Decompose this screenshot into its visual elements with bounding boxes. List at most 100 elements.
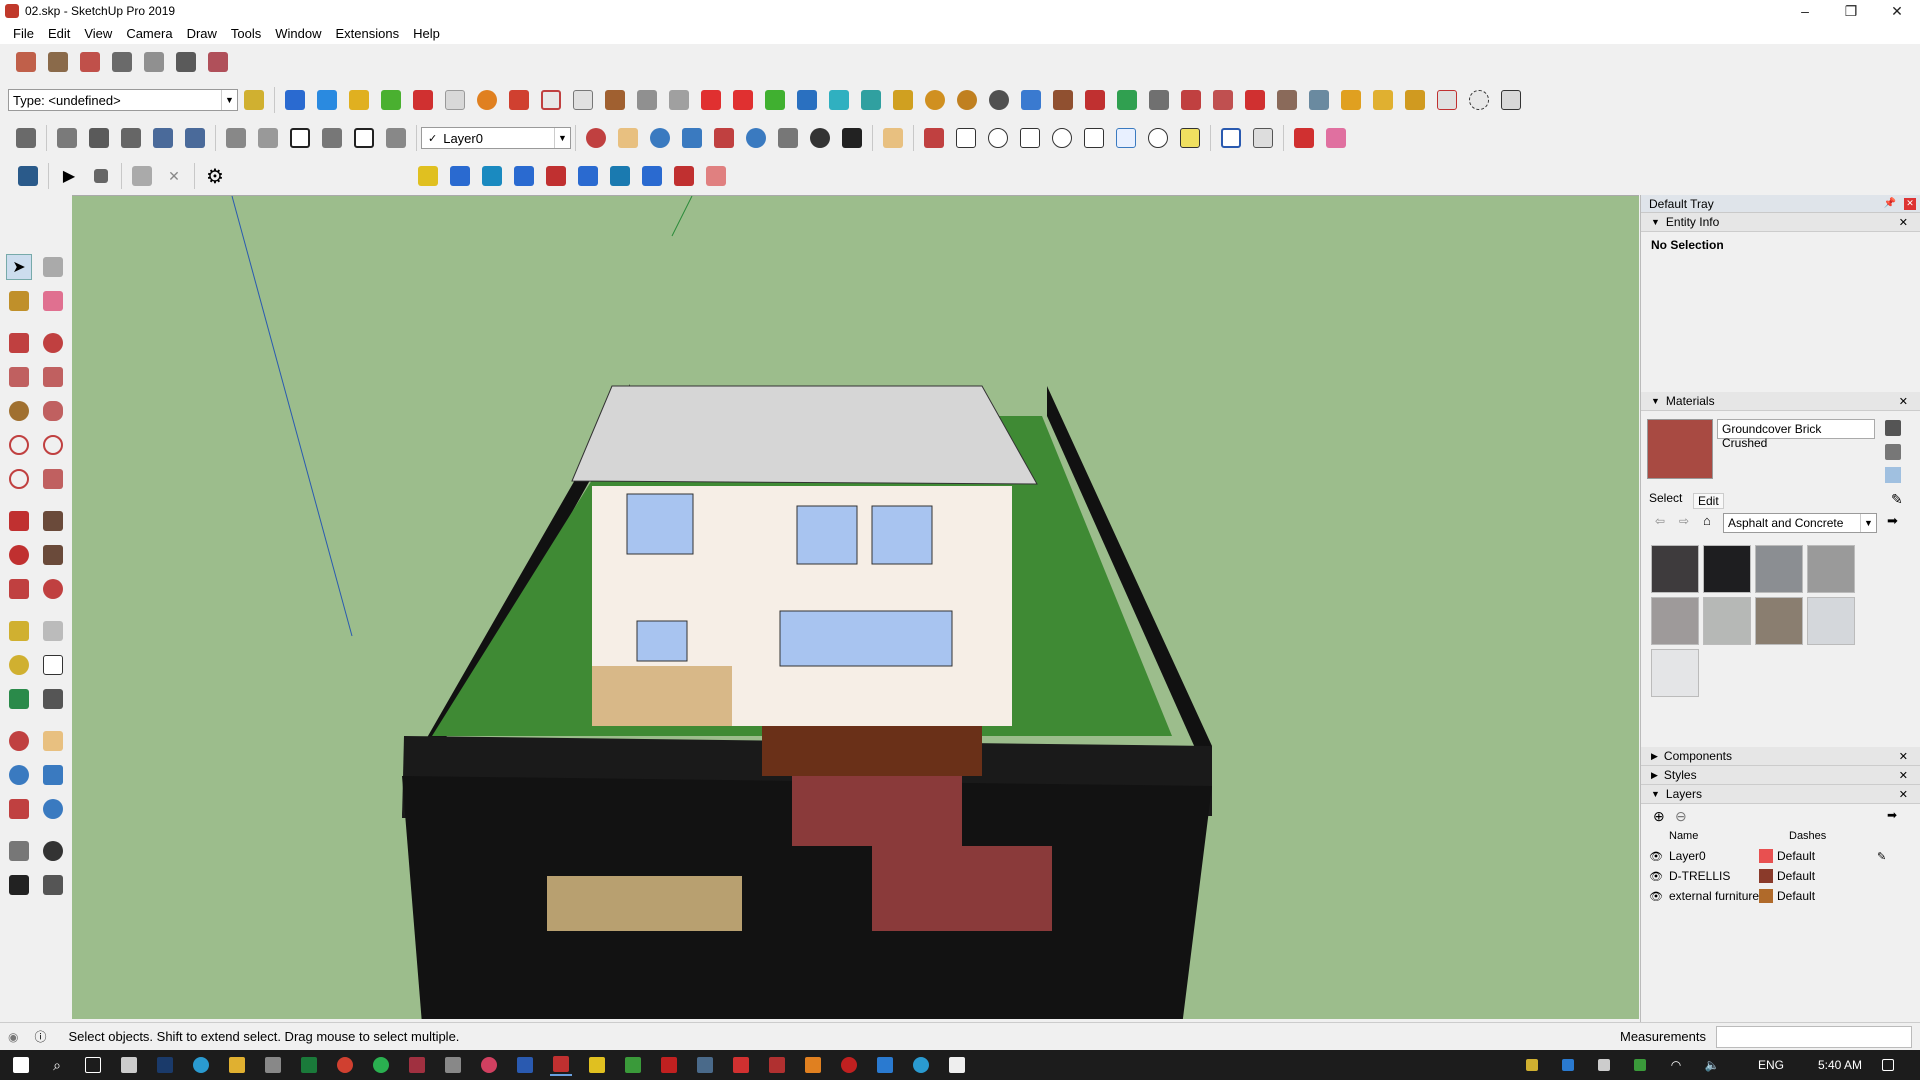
app-17[interactable]: [946, 1054, 968, 1076]
geo-location-icon[interactable]: ◉: [8, 1030, 18, 1044]
store-app[interactable]: [262, 1054, 284, 1076]
pin-icon[interactable]: 📌: [1884, 198, 1896, 209]
measurements-field[interactable]: [1716, 1026, 1912, 1048]
layer-row[interactable]: 👁 external furniture Default: [1641, 886, 1911, 906]
section-plane-tool[interactable]: [40, 872, 66, 898]
circle-tool[interactable]: [6, 398, 32, 424]
volume-icon[interactable]: 🔈: [1701, 1054, 1723, 1076]
position-camera-tool[interactable]: [6, 838, 32, 864]
default-material-icon[interactable]: [1885, 467, 1901, 483]
zoom-extents-tool[interactable]: [6, 796, 32, 822]
line-tool-button[interactable]: [920, 124, 948, 152]
app-12[interactable]: [766, 1054, 788, 1076]
entity-info-header[interactable]: ▼ Entity Info ✕: [1641, 213, 1920, 232]
app-5[interactable]: [478, 1054, 500, 1076]
intersect-button[interactable]: [85, 124, 113, 152]
sketchup-app[interactable]: [550, 1054, 572, 1076]
menu-help[interactable]: Help: [406, 26, 447, 41]
eraser-extra-button[interactable]: [1322, 124, 1350, 152]
app-16[interactable]: [910, 1054, 932, 1076]
red-cross-button[interactable]: [729, 86, 757, 114]
export-button[interactable]: [128, 162, 156, 190]
ext-tool-1[interactable]: [414, 162, 442, 190]
app-10[interactable]: [694, 1054, 716, 1076]
menu-view[interactable]: View: [77, 26, 119, 41]
zoom-tool[interactable]: [6, 762, 32, 788]
position-camera-button[interactable]: [774, 124, 802, 152]
previous-view-button[interactable]: [742, 124, 770, 152]
green-cross-button[interactable]: [761, 86, 789, 114]
menu-camera[interactable]: Camera: [119, 26, 179, 41]
subtract-button[interactable]: [149, 124, 177, 152]
close-icon[interactable]: ✕: [1899, 395, 1908, 408]
tree-tool-button[interactable]: [1113, 86, 1141, 114]
3d-text-tool[interactable]: [40, 686, 66, 712]
clock[interactable]: 5:40 AM: [1818, 1058, 1862, 1072]
back-view-button[interactable]: [350, 124, 378, 152]
layers-header[interactable]: ▼ Layers ✕: [1641, 785, 1920, 804]
maximize-button[interactable]: ❐: [1828, 0, 1874, 22]
trim-button[interactable]: [181, 124, 209, 152]
terrain-button[interactable]: [108, 48, 136, 76]
orbit-tool[interactable]: [6, 728, 32, 754]
follow-me-tool[interactable]: [40, 542, 66, 568]
push-pull-face-button[interactable]: [281, 86, 309, 114]
menu-window[interactable]: Window: [268, 26, 328, 41]
notifications-button[interactable]: [1877, 1054, 1899, 1076]
pan-tool[interactable]: [40, 728, 66, 754]
zoom-button[interactable]: [646, 124, 674, 152]
top-view-button[interactable]: [254, 124, 282, 152]
remove-button[interactable]: ✕: [160, 162, 188, 190]
calculator-app[interactable]: [118, 1054, 140, 1076]
excel-app[interactable]: [298, 1054, 320, 1076]
window-tool-button[interactable]: [537, 86, 565, 114]
components-header[interactable]: ▶ Components ✕: [1641, 747, 1920, 766]
dotted-arc-button[interactable]: [1465, 86, 1493, 114]
eye-visible-icon[interactable]: 👁: [1649, 850, 1663, 863]
shape-2-button[interactable]: [984, 124, 1012, 152]
shape-3-button[interactable]: [1016, 124, 1044, 152]
bezier-button[interactable]: [697, 86, 725, 114]
fillet-button[interactable]: [953, 86, 981, 114]
cyan-cone-button[interactable]: [825, 86, 853, 114]
explorer-app[interactable]: [226, 1054, 248, 1076]
box-tool-button[interactable]: [1049, 86, 1077, 114]
arrow-tool-button[interactable]: [1290, 124, 1318, 152]
dimension-grid-button[interactable]: [1497, 86, 1525, 114]
left-view-button[interactable]: [382, 124, 410, 152]
ext-tool-6[interactable]: [574, 162, 602, 190]
two-point-arc-tool[interactable]: [40, 432, 66, 458]
text-tool[interactable]: [40, 652, 66, 678]
material-swatch-9[interactable]: [1651, 649, 1699, 697]
arc-tool[interactable]: [6, 432, 32, 458]
type-combo[interactable]: Type: <undefined> ▼: [8, 89, 238, 111]
scale-curve-button[interactable]: [1249, 124, 1277, 152]
styles-header[interactable]: ▶ Styles ✕: [1641, 766, 1920, 785]
pie-tool[interactable]: [40, 466, 66, 492]
ext-tool-8[interactable]: [638, 162, 666, 190]
layer-color-swatch[interactable]: [1759, 849, 1773, 863]
grid-orange-button[interactable]: [1337, 86, 1365, 114]
app-8[interactable]: [622, 1054, 644, 1076]
ext-tool-4[interactable]: [510, 162, 538, 190]
shape-8-button[interactable]: [1176, 124, 1204, 152]
display-secondary-icon[interactable]: [1885, 444, 1901, 460]
sample-paint-icon[interactable]: ✎: [1891, 491, 1903, 508]
zoom-window-button[interactable]: [678, 124, 706, 152]
zoom-extents-button[interactable]: [710, 124, 738, 152]
layer-color-swatch[interactable]: [1759, 869, 1773, 883]
axes-tool[interactable]: [6, 686, 32, 712]
shape-6-button[interactable]: [1112, 124, 1140, 152]
classifier-button[interactable]: [240, 86, 268, 114]
eye-visible-icon[interactable]: 👁: [1649, 870, 1663, 883]
arc-tool-button[interactable]: [921, 86, 949, 114]
home-icon[interactable]: ⌂: [1703, 513, 1711, 528]
wall-button[interactable]: [505, 86, 533, 114]
material-swatch-4[interactable]: [1807, 545, 1855, 593]
rotate-face-button[interactable]: [473, 86, 501, 114]
red-gear-button[interactable]: [1177, 86, 1205, 114]
material-swatch-2[interactable]: [1703, 545, 1751, 593]
material-name-field[interactable]: Groundcover Brick Crushed: [1717, 419, 1875, 450]
tab-edit[interactable]: Edit: [1693, 493, 1724, 509]
look-around-button[interactable]: [806, 124, 834, 152]
